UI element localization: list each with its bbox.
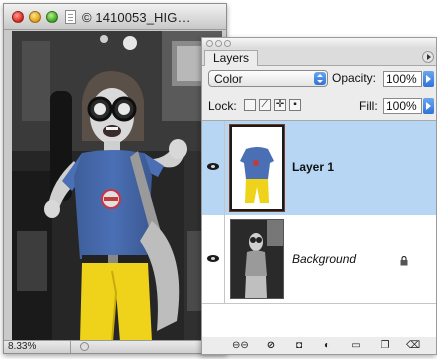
layers-list[interactable]: Layer 1 Background bbox=[202, 120, 436, 340]
document-window[interactable]: © 1410053_HIG… 8.33% bbox=[3, 3, 227, 354]
lock-position-move-icon[interactable]: ✛ bbox=[274, 99, 286, 111]
adjustment-layer-icon[interactable]: ◐ bbox=[320, 340, 334, 352]
layer-mask-icon[interactable]: ◘ bbox=[292, 340, 306, 352]
palette-menu-icon[interactable] bbox=[422, 51, 434, 63]
lock-all-icon[interactable]: ▪ bbox=[289, 99, 301, 111]
document-title-bar[interactable]: © 1410053_HIG… bbox=[4, 4, 226, 30]
document-canvas[interactable] bbox=[12, 31, 222, 342]
layers-palette[interactable]: Layers Color Opacity: 100% Lock: ∕ ✛ ▪ F… bbox=[201, 37, 437, 355]
trash-icon[interactable]: ⌫ bbox=[406, 340, 420, 352]
photo-image bbox=[12, 31, 222, 342]
palette-close-button[interactable] bbox=[206, 40, 213, 47]
lock-icon bbox=[400, 253, 408, 266]
document-proxy-icon[interactable] bbox=[65, 10, 76, 24]
layer-thumbnail bbox=[230, 219, 284, 299]
palette-zoom-button[interactable] bbox=[224, 40, 231, 47]
zoom-button[interactable] bbox=[46, 11, 58, 23]
close-button[interactable] bbox=[12, 11, 24, 23]
layer-name[interactable]: Background bbox=[292, 252, 356, 266]
layer-row-layer-1[interactable]: Layer 1 bbox=[202, 121, 436, 216]
palette-footer: ⊖⊖ ⊘ ◘ ◐ ▭ ❐ ⌫ bbox=[202, 337, 436, 354]
tab-layers[interactable]: Layers bbox=[204, 50, 259, 66]
layer-thumbnail bbox=[229, 124, 285, 212]
blend-mode-value: Color bbox=[214, 72, 243, 86]
zoom-level[interactable]: 8.33% bbox=[8, 341, 36, 352]
eye-icon bbox=[207, 163, 219, 170]
chevron-updown-icon bbox=[314, 72, 326, 85]
fill-slider-button[interactable] bbox=[423, 98, 434, 114]
visibility-toggle[interactable] bbox=[202, 121, 225, 215]
palette-minimize-button[interactable] bbox=[215, 40, 222, 47]
minimize-button[interactable] bbox=[29, 11, 41, 23]
blend-mode-select[interactable]: Color bbox=[208, 70, 328, 87]
lock-image-brush-icon[interactable]: ∕ bbox=[259, 99, 271, 111]
new-layer-icon[interactable]: ❐ bbox=[378, 340, 392, 352]
eye-icon bbox=[207, 255, 219, 262]
document-status-bar: 8.33% bbox=[4, 340, 226, 353]
lock-transparency-icon[interactable] bbox=[244, 99, 256, 111]
document-title: © 1410053_HIG… bbox=[82, 10, 191, 25]
status-divider bbox=[70, 341, 71, 353]
opacity-slider-button[interactable] bbox=[423, 71, 434, 87]
link-layers-icon[interactable]: ⊖⊖ bbox=[232, 340, 249, 352]
fill-input[interactable]: 100% bbox=[383, 98, 422, 114]
lock-label: Lock: bbox=[208, 99, 237, 113]
fill-label: Fill: bbox=[359, 99, 378, 113]
opacity-label: Opacity: bbox=[332, 71, 377, 85]
visibility-toggle[interactable] bbox=[202, 215, 225, 303]
palette-tab-bar: Layers bbox=[202, 49, 436, 66]
status-info-icon[interactable] bbox=[80, 342, 89, 351]
opacity-input[interactable]: 100% bbox=[383, 71, 422, 87]
new-group-icon[interactable]: ▭ bbox=[349, 340, 363, 352]
layer-row-background[interactable]: Background bbox=[202, 215, 436, 304]
layer-style-icon[interactable]: ⊘ bbox=[264, 340, 278, 352]
layer-name[interactable]: Layer 1 bbox=[292, 160, 334, 174]
